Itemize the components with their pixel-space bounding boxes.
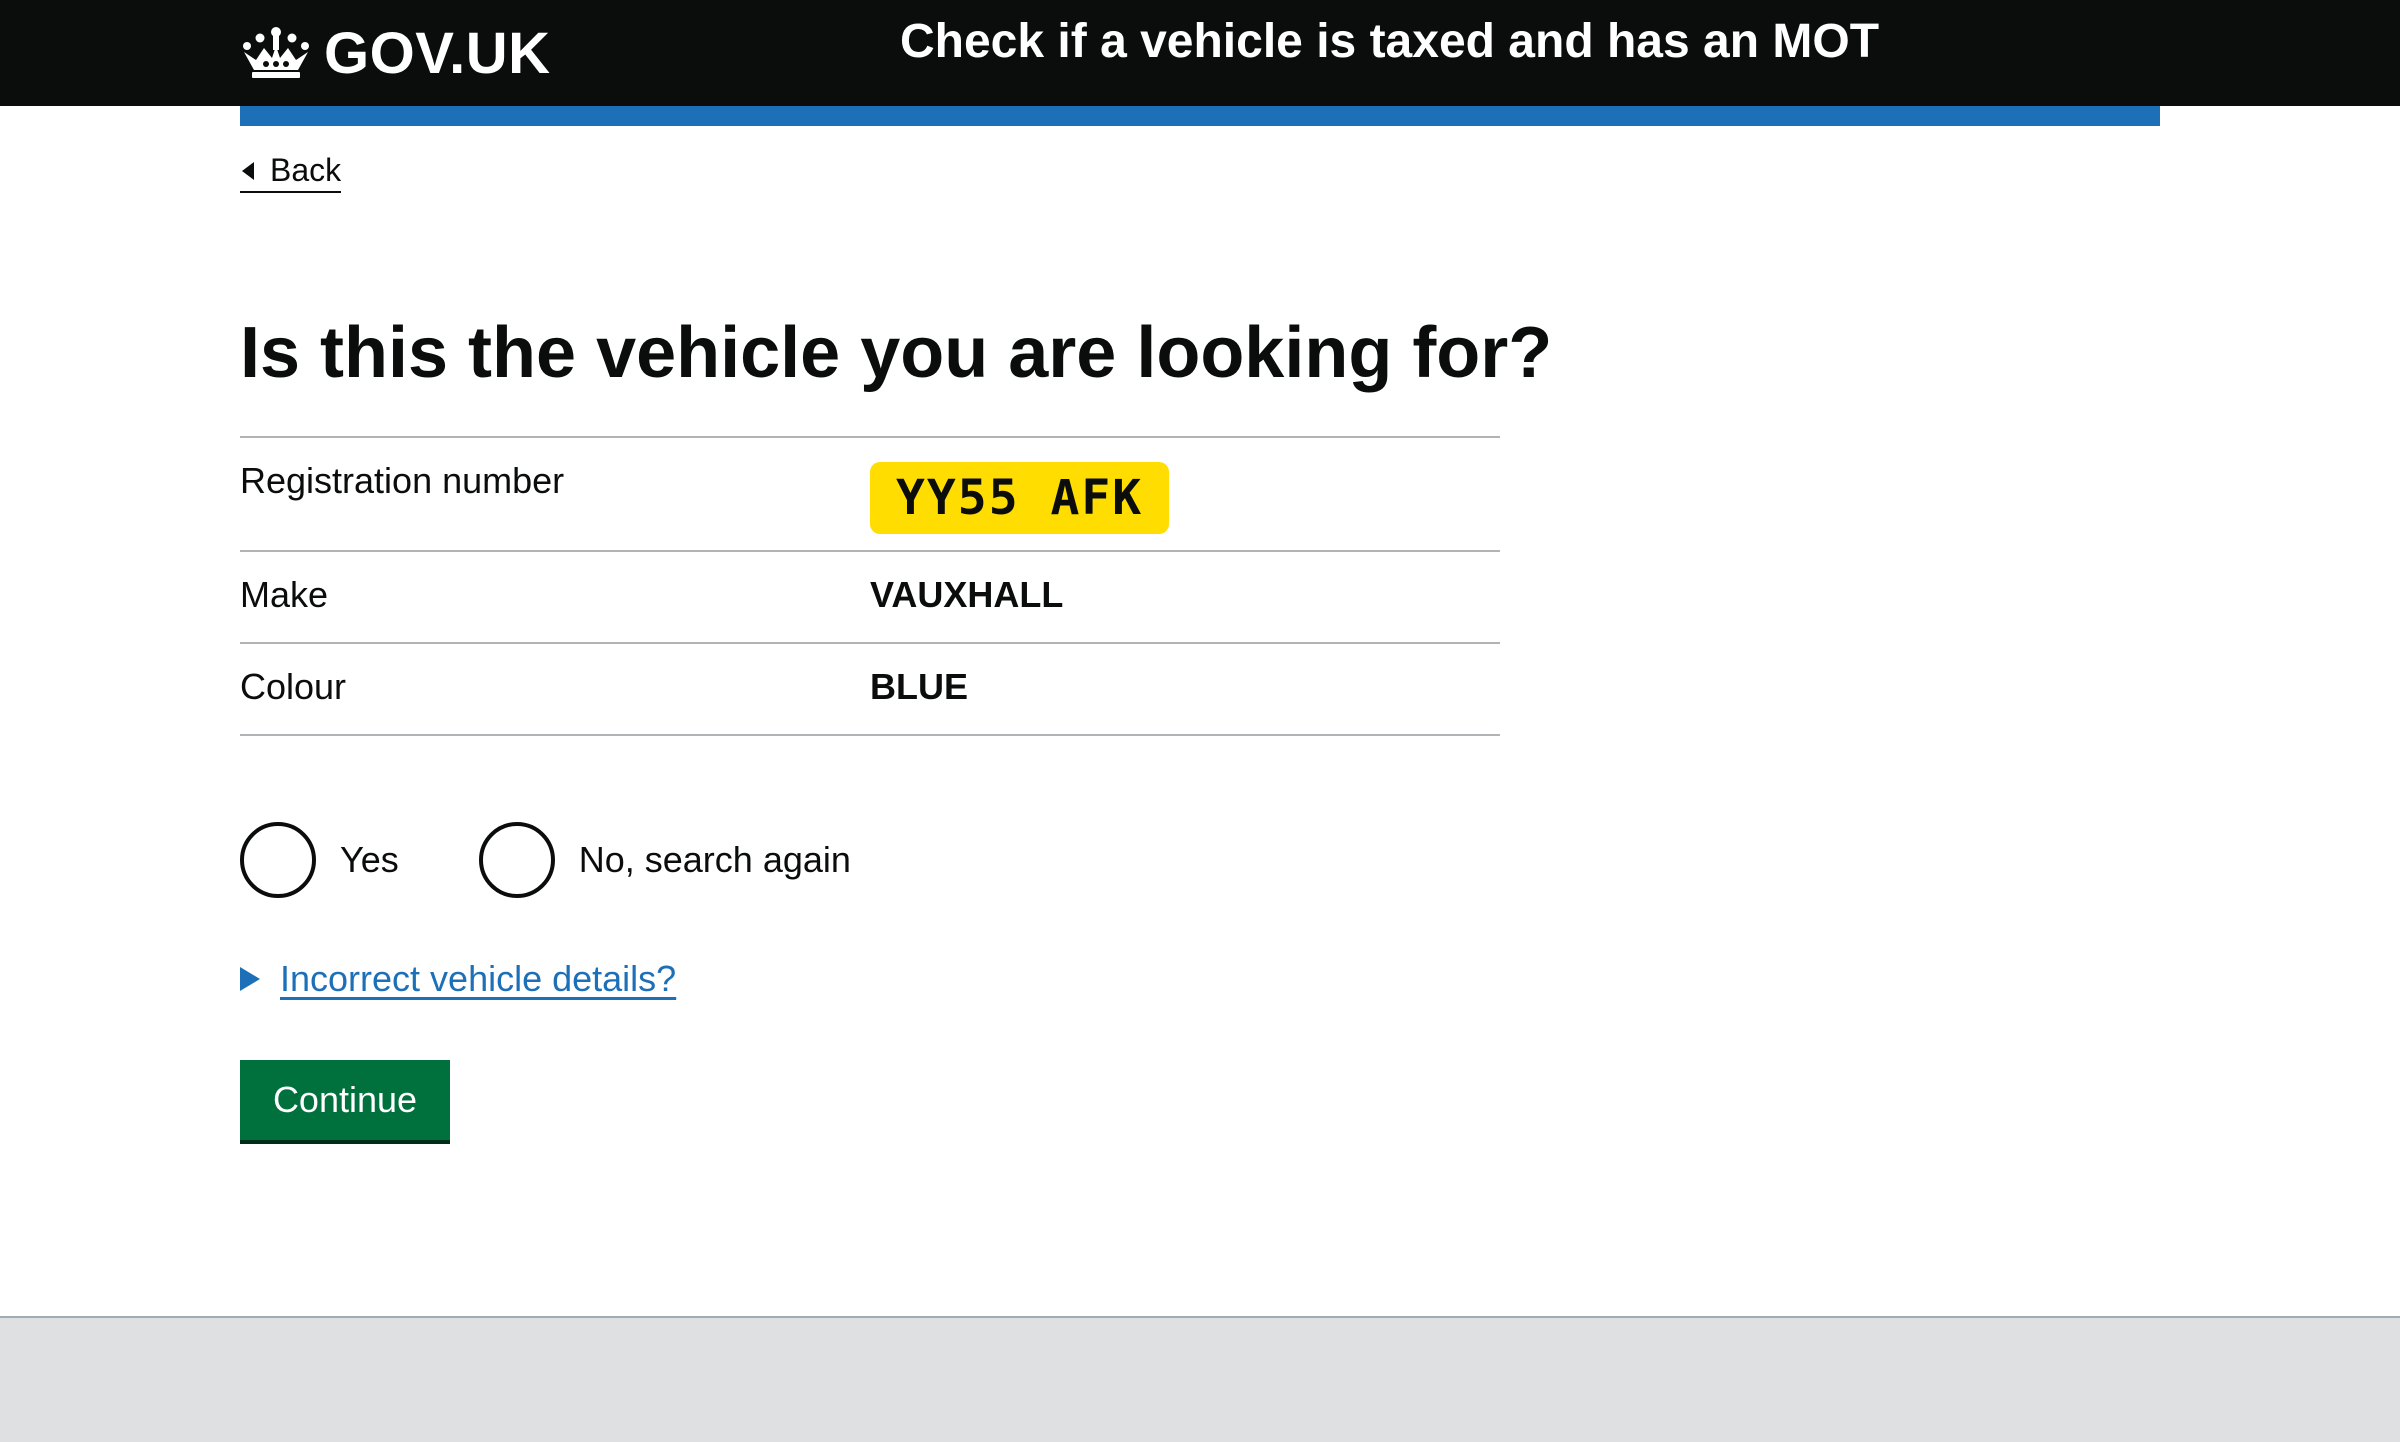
incorrect-details-link[interactable]: Incorrect vehicle details?: [280, 958, 676, 1000]
triangle-left-icon: [242, 161, 254, 180]
confirm-vehicle-radios: Yes No, search again: [240, 822, 931, 898]
summary-value-colour: BLUE: [870, 666, 968, 707]
radio-no-label[interactable]: No, search again: [579, 839, 851, 881]
summary-key-registration: Registration number: [240, 460, 565, 501]
service-name-link[interactable]: Check if a vehicle is taxed and has an M…: [900, 0, 1879, 82]
header-inner: GOV.UK: [240, 0, 550, 106]
summary-row-colour: Colour BLUE: [240, 644, 1500, 736]
summary-value-registration: YY55 AFK: [870, 438, 1170, 550]
incorrect-details-toggle[interactable]: Incorrect vehicle details?: [240, 958, 676, 1000]
summary-key-colour: Colour: [240, 666, 347, 707]
radio-no-search-again[interactable]: No, search again: [478, 822, 851, 898]
govuk-logo-link[interactable]: GOV.UK: [240, 20, 550, 87]
radio-yes-circle[interactable]: [240, 822, 316, 898]
radio-no-circle[interactable]: [478, 822, 555, 898]
number-plate: YY55 AFK: [870, 462, 1170, 534]
summary-key-make: Make: [240, 574, 329, 615]
site-footer: [0, 1316, 2400, 1442]
radio-yes-label[interactable]: Yes: [340, 839, 399, 881]
summary-value-make: VAUXHALL: [870, 574, 1064, 615]
back-link-label: Back: [270, 152, 342, 188]
continue-button[interactable]: Continue: [240, 1060, 450, 1140]
logo-text: GOV.UK: [324, 20, 551, 86]
summary-row-registration: Registration number YY55 AFK: [240, 438, 1500, 552]
radio-yes[interactable]: Yes: [240, 822, 399, 898]
header-blue-bar: [240, 106, 2160, 126]
summary-row-make: Make VAUXHALL: [240, 552, 1500, 644]
vehicle-summary-list: Registration number YY55 AFK Make VAUXHA…: [240, 436, 1500, 736]
crown-icon: [243, 27, 309, 78]
site-header: GOV.UK Check if a vehicle is taxed and h…: [0, 0, 2400, 106]
triangle-right-icon: [240, 967, 260, 991]
back-link[interactable]: Back: [240, 152, 342, 193]
page-title: Is this the vehicle you are looking for?: [240, 313, 1553, 393]
